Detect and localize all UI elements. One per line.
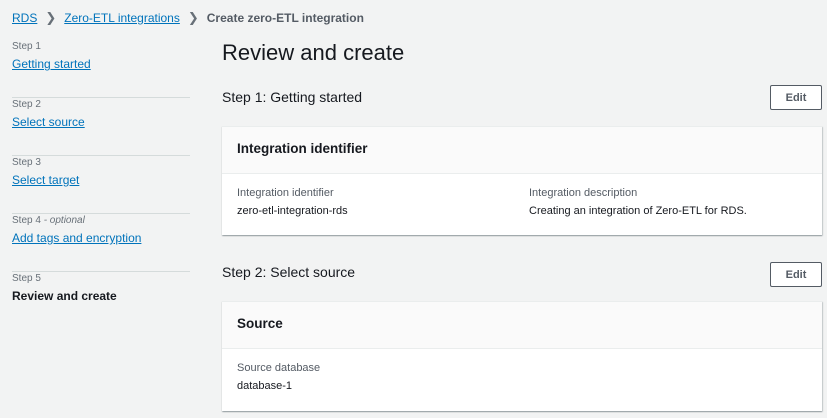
- step-label: Step 3: [12, 157, 41, 168]
- breadcrumb-rds[interactable]: RDS: [12, 11, 37, 25]
- field-value: Creating an integration of Zero-ETL for …: [529, 205, 747, 217]
- breadcrumb: RDS ❯ Zero-ETL integrations ❯ Create zer…: [12, 10, 364, 26]
- step-current-review: Review and create: [12, 289, 117, 303]
- optional-tag: - optional: [40, 215, 85, 226]
- edit-step2-button[interactable]: Edit: [770, 262, 822, 287]
- step-link-select-target[interactable]: Select target: [12, 173, 79, 187]
- field-label: Source database: [237, 362, 321, 374]
- step-label: Step 4 - optional: [12, 215, 190, 227]
- section-heading-step2: Step 2: Select source: [222, 264, 356, 280]
- page-title: Review and create: [222, 40, 405, 65]
- wizard-step-3: Step 3 Select target: [12, 157, 190, 214]
- chevron-right-icon: ❯: [187, 10, 199, 25]
- step-link-add-tags[interactable]: Add tags and encryption: [12, 231, 141, 245]
- wizard-step-2: Step 2 Select source: [12, 99, 190, 156]
- wizard-step-4: Step 4 - optional Add tags and encryption: [12, 215, 190, 272]
- wizard-steps-nav: Step 1 Getting started Step 2 Select sourc…: [12, 40, 190, 330]
- field-label: Integration description: [529, 187, 638, 199]
- step-number: Step 4: [12, 215, 41, 226]
- section-heading-step1: Step 1: Getting started: [222, 89, 363, 105]
- step-link-select-source[interactable]: Select source: [12, 115, 85, 129]
- integration-identifier-card: Integration identifier Integration ident…: [222, 126, 822, 235]
- wizard-step-5: Step 5 Review and create: [12, 273, 190, 330]
- field-value: database-1: [237, 380, 293, 392]
- wizard-step-1: Step 1 Getting started: [12, 41, 190, 98]
- step-link-getting-started[interactable]: Getting started: [12, 57, 91, 71]
- step-label: Step 5: [12, 273, 41, 284]
- chevron-right-icon: ❯: [45, 10, 57, 25]
- step-label: Step 1: [12, 41, 41, 52]
- source-card: Source Source database database-1: [222, 301, 822, 411]
- breadcrumb-zero-etl-integrations[interactable]: Zero-ETL integrations: [64, 11, 180, 25]
- card-title: Integration identifier: [222, 127, 822, 174]
- step-label: Step 2: [12, 99, 41, 110]
- card-title: Source: [222, 302, 822, 349]
- breadcrumb-current: Create zero-ETL integration: [206, 11, 364, 25]
- edit-step1-button[interactable]: Edit: [770, 85, 822, 110]
